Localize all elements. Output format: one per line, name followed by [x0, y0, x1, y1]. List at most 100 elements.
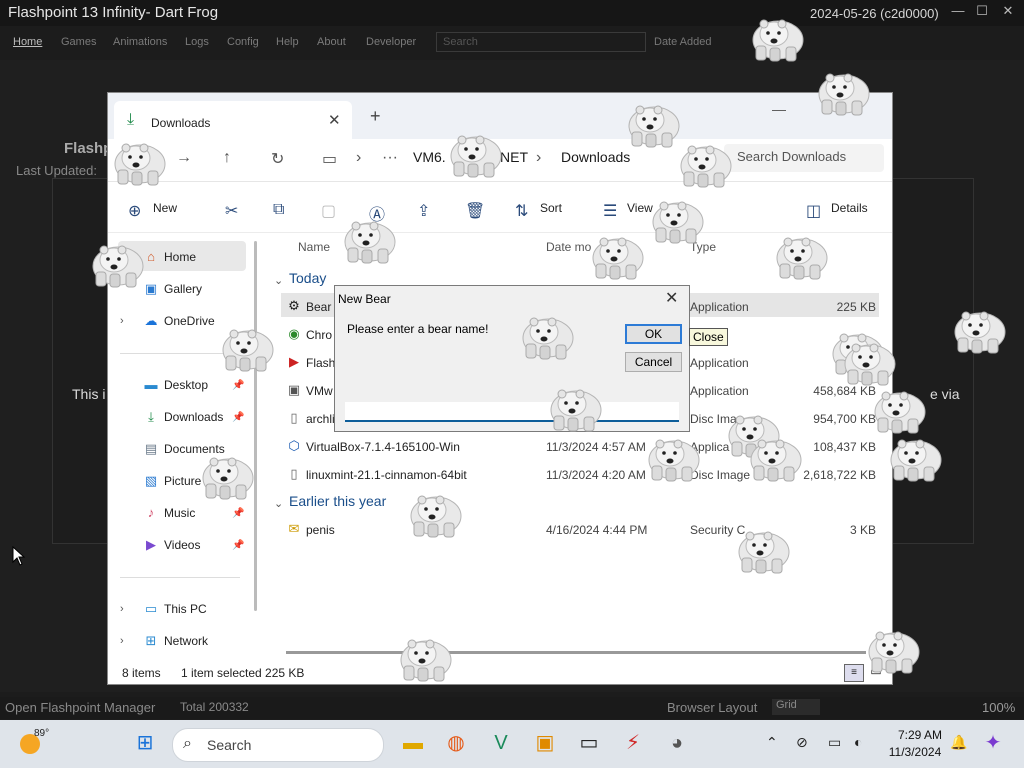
paste-icon: ▢ [321, 203, 337, 220]
file-row-name[interactable]: linuxmint-21.1-cinnamon-64bit [306, 468, 467, 482]
bear-sprite [868, 631, 920, 674]
file-row-name[interactable]: penis [306, 523, 335, 537]
view-icon[interactable]: ☰ [603, 201, 617, 221]
file-row-name[interactable]: Flash [306, 356, 335, 370]
nav-item-onedrive[interactable]: OneDrive [164, 314, 215, 328]
flashpoint-icon[interactable]: ⚡ [620, 730, 646, 756]
file-row-name[interactable]: archli [306, 412, 335, 426]
vscode-icon[interactable]: V [488, 730, 514, 756]
nav-item-network[interactable]: Network [164, 634, 208, 648]
open-manager-link[interactable]: Open Flashpoint Manager [5, 700, 155, 715]
monitor-icon[interactable]: ▭ [322, 149, 337, 169]
nav-item-pictures[interactable]: Picture [164, 474, 201, 488]
menu-logs[interactable]: Logs [185, 36, 209, 48]
new-button[interactable]: New [153, 201, 177, 215]
maximize-button[interactable]: ☐ [972, 3, 992, 21]
network-off-icon[interactable]: ⊘ [796, 734, 808, 751]
cut-icon[interactable]: ✂ [225, 201, 238, 221]
volume-icon[interactable]: ◐ [854, 734, 862, 750]
column-name[interactable]: Name [298, 240, 330, 254]
new-icon[interactable]: ⊕ [128, 201, 141, 221]
group-earlier[interactable]: Earlier this year [289, 493, 386, 509]
refresh-icon[interactable]: ↻ [271, 149, 284, 169]
taskbar-search-input[interactable]: ⌕ Search [172, 728, 384, 762]
nav-item-music[interactable]: Music [164, 506, 195, 520]
layout-select[interactable]: Grid [772, 699, 820, 715]
breadcrumb-downloads[interactable]: Downloads [561, 149, 630, 165]
clock-time[interactable]: 7:29 AM [896, 728, 944, 742]
file-row-name[interactable]: Chro [306, 328, 332, 342]
file-explorer-icon[interactable]: ▬ [400, 730, 426, 756]
file-row-name[interactable]: VMw [306, 384, 333, 398]
dialog-close-icon[interactable]: ✕ [665, 288, 678, 308]
ok-button[interactable]: OK [625, 324, 682, 344]
forward-icon[interactable]: → [176, 149, 192, 167]
minimize-icon[interactable]: — [772, 101, 786, 117]
expand-onedrive-icon[interactable]: › [120, 315, 124, 327]
details-view-icon[interactable]: ≡ [844, 664, 864, 682]
group-today[interactable]: Today [289, 270, 326, 286]
minimize-button[interactable]: — [948, 3, 968, 21]
virtualbox-icon[interactable]: ▣ [532, 730, 558, 756]
nav-item-downloads[interactable]: Downloads [164, 410, 223, 424]
file-row-date: 4/16/2024 4:44 PM [546, 523, 648, 537]
column-date[interactable]: Date mo [546, 240, 591, 254]
menu-developer[interactable]: Developer [366, 36, 416, 48]
more-breadcrumb-icon[interactable]: ··· [382, 149, 398, 167]
up-icon[interactable]: ↑ [223, 149, 231, 167]
firefox-icon[interactable]: ◍ [443, 730, 469, 756]
start-icon[interactable]: ⊞ [132, 730, 158, 756]
nav-item-home[interactable]: Home [164, 250, 196, 264]
launcher-sort-select[interactable]: Date Added [654, 36, 712, 48]
menu-help[interactable]: Help [276, 36, 299, 48]
sort-icon[interactable]: ⇅ [515, 201, 528, 221]
tab-close-icon[interactable]: ✕ [328, 111, 341, 129]
nav-item-gallery[interactable]: Gallery [164, 282, 202, 296]
menu-about[interactable]: About [317, 36, 346, 48]
menu-config[interactable]: Config [227, 36, 259, 48]
display-icon[interactable]: ▭ [828, 734, 841, 751]
expand-thispc-icon[interactable]: › [120, 603, 124, 615]
expand-network-icon[interactable]: › [120, 635, 124, 647]
file-list-scrollbar[interactable] [286, 651, 866, 654]
copilot-icon[interactable]: ✦ [980, 730, 1006, 756]
delete-icon[interactable]: 🗑 [465, 201, 485, 221]
tray-overflow-icon[interactable]: ⌃ [766, 734, 778, 751]
details-button[interactable]: Details [831, 201, 868, 215]
new-tab-icon[interactable]: + [370, 106, 381, 127]
bear-name-input[interactable] [345, 402, 679, 422]
share-icon[interactable]: ⇪ [417, 201, 430, 221]
total-count: Total 200332 [180, 700, 249, 714]
sort-button[interactable]: Sort [540, 201, 562, 215]
bear-app-icon[interactable]: ◕ [664, 730, 690, 756]
breadcrumb-vm[interactable]: VM6. [413, 149, 446, 165]
menu-games[interactable]: Games [61, 36, 96, 48]
terminal-icon[interactable]: ▭ [576, 730, 602, 756]
music-icon: ♪ [147, 505, 155, 520]
flash-icon: ▶ [289, 354, 299, 369]
copy-icon[interactable]: ⧉ [273, 201, 284, 219]
file-row-name[interactable]: Bear [306, 300, 331, 314]
nav-item-videos[interactable]: Videos [164, 538, 200, 552]
notification-bell-icon[interactable]: 🔔 [950, 734, 967, 751]
close-button[interactable]: ✕ [998, 3, 1018, 21]
bear-sprite [752, 19, 804, 62]
bear-sprite [680, 145, 732, 188]
file-row-size: 954,700 KB [813, 412, 876, 426]
nav-item-thispc[interactable]: This PC [164, 602, 207, 616]
pin-icon: 📌 [232, 412, 245, 423]
file-row-name[interactable]: VirtualBox-7.1.4-165100-Win [306, 440, 460, 454]
launcher-title: Flashpoint 13 Infinity- Dart Frog [8, 4, 219, 21]
cancel-button[interactable]: Cancel [625, 352, 682, 372]
menu-home[interactable]: Home [13, 36, 42, 48]
clock-date[interactable]: 11/3/2024 [884, 745, 946, 759]
nav-item-desktop[interactable]: Desktop [164, 378, 208, 392]
collapse-group-icon[interactable]: ⌄ [274, 497, 283, 510]
nav-scrollbar[interactable] [254, 241, 257, 611]
breadcrumb-net[interactable]: NET [500, 149, 528, 165]
collapse-group-icon[interactable]: ⌄ [274, 274, 283, 287]
launcher-search-input[interactable]: Search [436, 32, 646, 52]
pin-icon: 📌 [232, 540, 245, 551]
menu-animations[interactable]: Animations [113, 36, 167, 48]
details-pane-icon[interactable]: ◫ [806, 201, 821, 221]
